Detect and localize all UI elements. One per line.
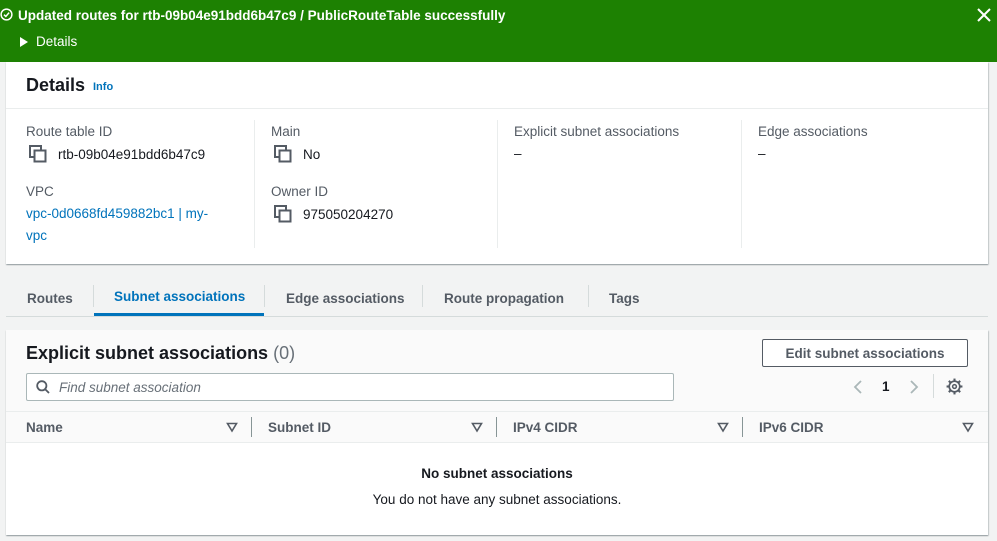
tab-edge-associations[interactable]: Edge associations	[286, 280, 405, 316]
details-column-4: Edge associations –	[742, 120, 988, 248]
route-table-id-label: Route table ID	[26, 124, 113, 139]
copy-icon[interactable]	[273, 144, 293, 164]
route-table-id-value: rtb-09b04e91bdd6b47c9	[28, 144, 205, 164]
owner-id-label: Owner ID	[271, 184, 329, 199]
flash-details-label: Details	[36, 34, 78, 49]
success-check-icon	[0, 8, 13, 21]
tab-route-propagation[interactable]: Route propagation	[444, 280, 564, 316]
column-resizer[interactable]	[251, 417, 252, 437]
vpc-label: VPC	[26, 184, 54, 199]
search-field[interactable]	[26, 373, 674, 401]
tab-bar: Routes Subnet associations Edge associat…	[6, 280, 988, 317]
main-label: Main	[271, 124, 301, 139]
caret-right-icon	[20, 36, 28, 47]
page-number[interactable]: 1	[882, 379, 890, 394]
search-icon	[36, 380, 50, 394]
empty-state-description: You do not have any subnet associations.	[372, 492, 622, 507]
tab-divider	[264, 285, 265, 307]
tab-tags[interactable]: Tags	[609, 280, 640, 316]
close-icon[interactable]	[976, 7, 992, 23]
sort-down-icon[interactable]	[471, 421, 483, 433]
info-link[interactable]: Info	[93, 81, 113, 93]
tab-divider	[422, 285, 423, 307]
explicit-subnet-assoc-label: Explicit subnet associations	[514, 124, 680, 139]
column-resizer[interactable]	[496, 417, 497, 437]
details-panel: Details Info Route table ID rtb-09b04e91…	[6, 62, 988, 264]
sort-down-icon[interactable]	[962, 421, 974, 433]
column-resizer[interactable]	[742, 417, 743, 437]
route-table-id-text: rtb-09b04e91bdd6b47c9	[58, 146, 206, 162]
chevron-right-icon[interactable]	[908, 379, 920, 395]
subnet-associations-count: (0)	[273, 343, 296, 363]
edge-associations-label: Edge associations	[758, 124, 868, 139]
table-header: Name Subnet ID IPv4 CIDR IPv6 CIDR	[6, 411, 988, 443]
chevron-left-icon[interactable]	[852, 379, 864, 395]
column-header-name[interactable]: Name	[26, 412, 63, 443]
details-column-2: Main No Owner ID 975050204270	[255, 120, 498, 248]
column-header-subnet-id[interactable]: Subnet ID	[268, 412, 331, 443]
gear-icon[interactable]	[946, 378, 963, 395]
copy-icon[interactable]	[28, 144, 48, 164]
vpc-link[interactable]: vpc-0d0668fd459882bc1 | my- vpc	[26, 203, 236, 247]
flash-message: Updated routes for rtb-09b04e91bdd6b47c9…	[18, 8, 506, 23]
subnet-associations-title: Explicit subnet associations (0)	[26, 343, 295, 364]
tab-routes[interactable]: Routes	[27, 280, 73, 316]
tab-divider	[588, 285, 589, 307]
tab-subnet-associations[interactable]: Subnet associations	[94, 280, 264, 316]
main-text: No	[303, 146, 321, 162]
owner-id-text: 975050204270	[303, 206, 394, 222]
explicit-subnet-assoc-value: –	[514, 146, 522, 161]
details-column-3: Explicit subnet associations –	[498, 120, 742, 248]
main-value: No	[273, 144, 320, 164]
edit-subnet-associations-button[interactable]: Edit subnet associations	[762, 339, 968, 367]
vpc-link-line2: vpc	[26, 228, 48, 243]
details-header: Details Info	[6, 62, 988, 109]
vpc-link-line1: vpc-0d0668fd459882bc1 | my-	[26, 206, 209, 221]
subnet-associations-panel: Explicit subnet associations (0) Edit su…	[6, 330, 988, 535]
column-header-ipv4-cidr[interactable]: IPv4 CIDR	[513, 412, 578, 443]
flash-details-toggle[interactable]: Details	[20, 34, 77, 49]
success-flash-banner: Updated routes for rtb-09b04e91bdd6b47c9…	[0, 0, 997, 62]
owner-id-value: 975050204270	[273, 204, 393, 224]
subnet-associations-title-text: Explicit subnet associations	[26, 343, 269, 363]
subnet-associations-header: Explicit subnet associations (0) Edit su…	[6, 330, 988, 411]
copy-icon[interactable]	[273, 204, 293, 224]
sort-down-icon[interactable]	[717, 421, 729, 433]
details-title: Details	[26, 75, 86, 95]
pager-divider	[933, 374, 934, 398]
empty-state-title: No subnet associations	[421, 466, 573, 481]
sort-down-icon[interactable]	[226, 421, 238, 433]
edge-associations-value: –	[758, 146, 766, 161]
search-input[interactable]	[59, 377, 659, 397]
details-column-1: Route table ID rtb-09b04e91bdd6b47c9 VPC…	[6, 120, 255, 248]
column-header-ipv6-cidr[interactable]: IPv6 CIDR	[759, 412, 824, 443]
